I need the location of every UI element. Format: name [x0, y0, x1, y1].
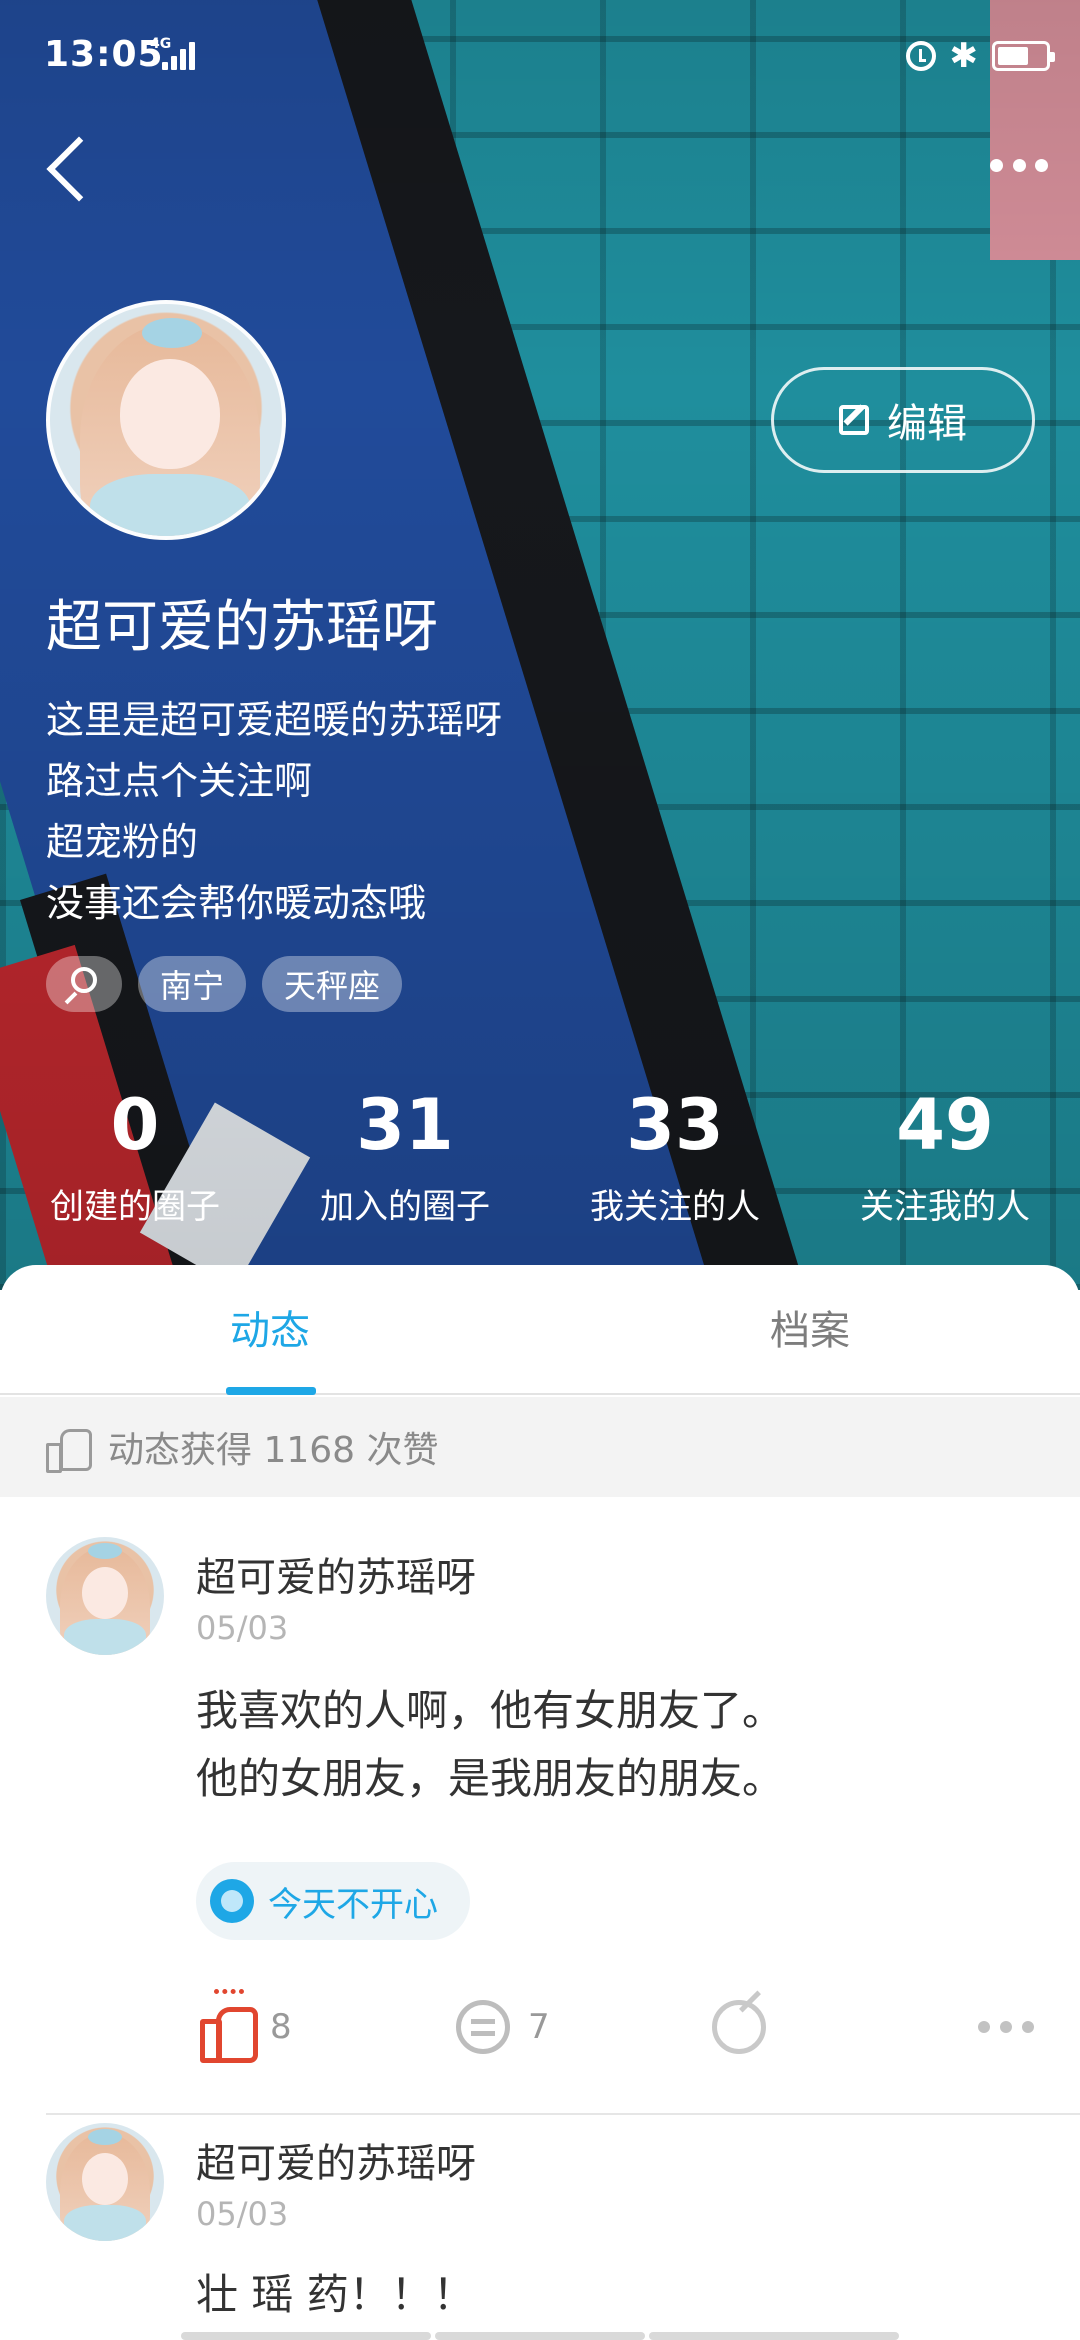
signal-icon — [162, 40, 196, 70]
tab-profile-archive[interactable]: 档案 — [540, 1265, 1080, 1395]
stat-value: 0 — [110, 1084, 160, 1166]
zodiac-tag: 天秤座 — [262, 956, 403, 1012]
status-icons: ✱ — [905, 36, 1055, 76]
avatar[interactable] — [46, 300, 286, 540]
likes-summary-text: 动态获得 1168 次赞 — [108, 1430, 439, 1471]
female-gender-icon — [71, 967, 97, 993]
bio-line: 没事还会帮你暖动态哦 — [46, 881, 427, 925]
comment-count: 7 — [528, 2007, 550, 2047]
post-actions: 8 7 — [0, 1982, 1080, 2072]
thumbs-up-icon — [46, 1425, 92, 1473]
stat-followers[interactable]: 49 关注我的人 — [810, 1085, 1080, 1228]
edit-label: 编辑 — [887, 401, 967, 447]
like-button[interactable]: 8 — [200, 1982, 292, 2072]
post-avatar[interactable] — [46, 2123, 164, 2241]
edit-profile-button[interactable]: 编辑 — [771, 367, 1035, 473]
post-card[interactable]: 超可爱的苏瑶呀 05/03 我喜欢的人啊，他有女朋友了。 他的女朋友，是我朋友的… — [0, 1537, 1080, 2187]
tab-posts[interactable]: 动态 — [0, 1265, 540, 1395]
post-more-button[interactable] — [978, 1982, 1034, 2072]
post-card[interactable]: 超可爱的苏瑶呀 05/03 壮 瑶 药！！！ — [0, 2123, 1080, 2340]
like-icon — [200, 1989, 258, 2063]
like-count: 8 — [270, 2007, 292, 2047]
status-time: 13:05 — [44, 34, 164, 75]
post-divider — [46, 2113, 1080, 2115]
post-text-line: 我喜欢的人啊，他有女朋友了。 — [196, 1686, 785, 1735]
gender-tag — [46, 956, 122, 1012]
post-author[interactable]: 超可爱的苏瑶呀 — [196, 1545, 476, 1603]
likes-summary-bar: 动态获得 1168 次赞 — [0, 1397, 1080, 1497]
mood-icon — [210, 1879, 254, 1923]
stat-joined-circles[interactable]: 31 加入的圈子 — [270, 1085, 540, 1228]
share-button[interactable] — [712, 1982, 766, 2072]
comment-button[interactable]: 7 — [456, 1982, 550, 2072]
bio-line: 路过点个关注啊 — [46, 759, 313, 803]
post-text-line: 壮 瑶 药！！！ — [196, 2270, 475, 2319]
post-text-line: 他的女朋友，是我朋友的朋友。 — [196, 1754, 785, 1803]
profile-name: 超可爱的苏瑶呀 — [46, 595, 438, 660]
stat-following[interactable]: 33 我关注的人 — [540, 1085, 810, 1228]
battery-icon — [992, 41, 1055, 71]
stat-label: 关注我的人 — [860, 1187, 1030, 1227]
stat-label: 创建的圈子 — [50, 1187, 220, 1227]
mood-chip[interactable]: 今天不开心 — [196, 1862, 470, 1940]
alarm-icon — [905, 41, 936, 71]
bio-line: 超宠粉的 — [46, 820, 199, 864]
content-sheet: 动态 档案 动态获得 1168 次赞 超可爱的苏瑶呀 05/03 我喜欢的人啊，… — [0, 1265, 1080, 2340]
back-button[interactable] — [42, 128, 102, 208]
bluetooth-icon: ✱ — [949, 36, 979, 76]
post-text: 壮 瑶 药！！！ — [196, 2261, 475, 2329]
comment-icon — [456, 2000, 510, 2054]
edit-icon — [839, 405, 869, 435]
post-date: 05/03 — [196, 2195, 289, 2233]
bio-line: 这里是超可爱超暖的苏瑶呀 — [46, 698, 503, 742]
ellipsis-icon — [978, 2021, 1034, 2033]
tab-bar: 动态 档案 — [0, 1265, 1080, 1395]
profile-tags: 南宁 天秤座 — [46, 956, 403, 1012]
location-tag: 南宁 — [138, 956, 247, 1012]
stat-value: 49 — [896, 1084, 994, 1166]
stat-label: 我关注的人 — [590, 1187, 760, 1227]
post-date: 05/03 — [196, 1609, 289, 1647]
post-text: 我喜欢的人啊，他有女朋友了。 他的女朋友，是我朋友的朋友。 — [196, 1677, 784, 1813]
ellipsis-icon — [990, 158, 1003, 172]
status-bar: 13:05 4G ✱ — [0, 0, 1080, 110]
stat-value: 31 — [356, 1084, 454, 1166]
scroll-hint — [0, 2332, 1080, 2340]
more-button[interactable] — [984, 140, 1054, 190]
profile-stats: 0 创建的圈子 31 加入的圈子 33 我关注的人 49 关注我的人 — [0, 1085, 1080, 1228]
post-avatar[interactable] — [46, 1537, 164, 1655]
tab-indicator — [226, 1387, 316, 1395]
share-icon — [712, 2000, 766, 2054]
post-author[interactable]: 超可爱的苏瑶呀 — [196, 2131, 476, 2189]
stat-label: 加入的圈子 — [320, 1187, 490, 1227]
stat-value: 33 — [626, 1084, 724, 1166]
profile-bio: 这里是超可爱超暖的苏瑶呀 路过点个关注啊 超宠粉的 没事还会帮你暖动态哦 — [46, 690, 502, 934]
mood-label: 今天不开心 — [268, 1884, 438, 1925]
stat-created-circles[interactable]: 0 创建的圈子 — [0, 1085, 270, 1228]
